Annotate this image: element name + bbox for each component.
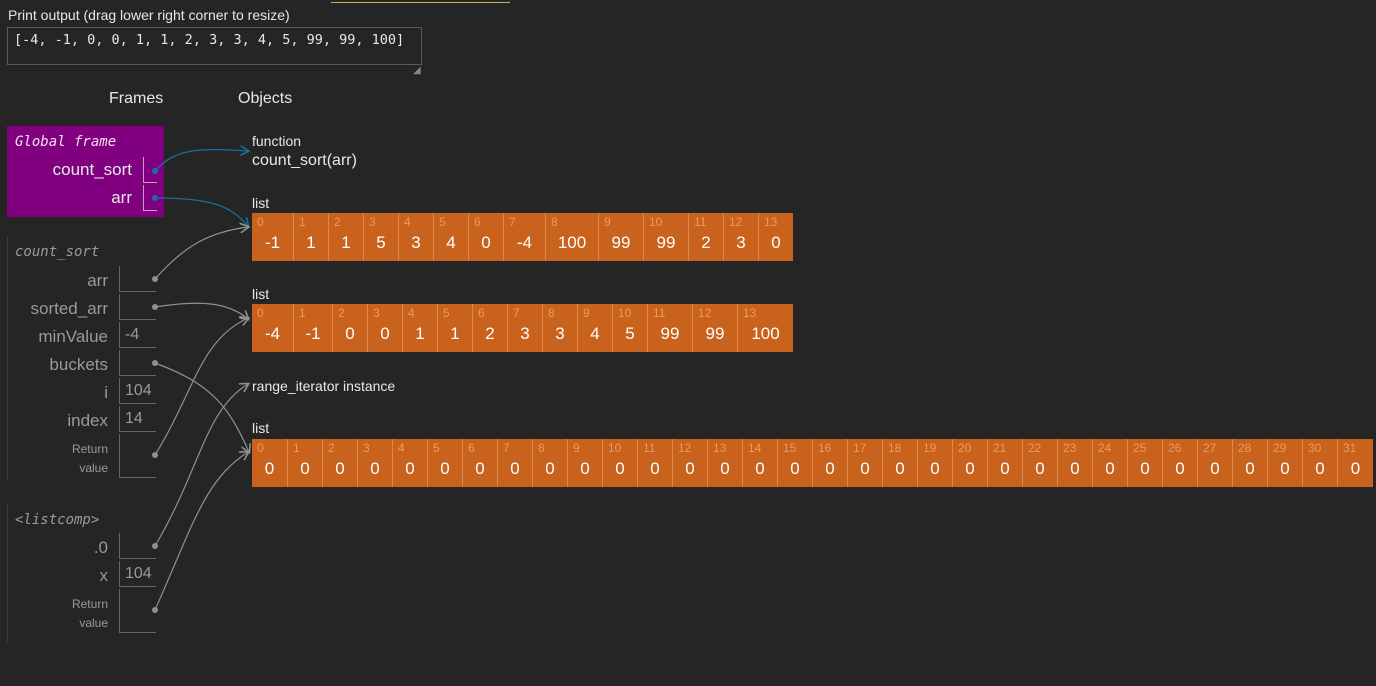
count-sort-pointer-arrow [154, 150, 248, 172]
global-arrows [152, 150, 248, 226]
lc-dot0-arrow [154, 384, 248, 547]
pointer-arrows [152, 0, 1376, 613]
cs-sorted-arr-arrow [154, 302, 248, 319]
inactive-arrows [152, 227, 249, 613]
lc-return-arrow [154, 452, 248, 611]
cs-arr-arrow [154, 227, 248, 280]
cs-buckets-arrow [154, 362, 249, 452]
arr-pointer-arrow [154, 197, 248, 226]
